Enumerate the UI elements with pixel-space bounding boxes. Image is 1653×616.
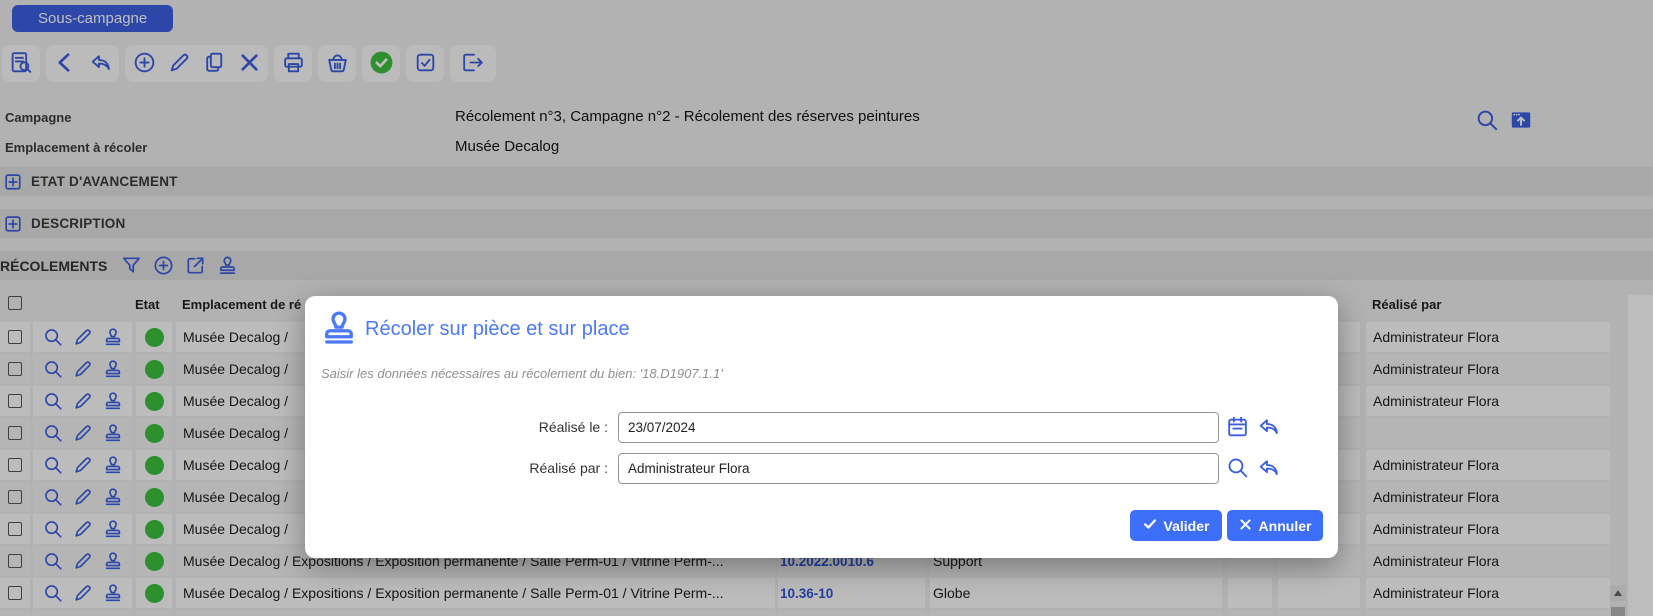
recoler-modal: Récoler sur pièce et sur place Saisir le…: [305, 296, 1338, 558]
modal-title: Récoler sur pièce et sur place: [365, 318, 630, 341]
realise-par-label: Réalisé par :: [313, 460, 608, 476]
undo-arrow-icon: [1256, 427, 1281, 442]
realise-par-input[interactable]: [618, 453, 1219, 484]
realise-le-input[interactable]: [618, 412, 1219, 443]
undo-arrow-icon: [1256, 468, 1281, 483]
cancel-label: Annuler: [1259, 518, 1312, 534]
search-icon: [1225, 468, 1250, 483]
cancel-button[interactable]: Annuler: [1227, 510, 1323, 541]
validate-label: Valider: [1164, 518, 1210, 534]
calendar-button[interactable]: [1225, 414, 1250, 439]
reset-date-button[interactable]: [1256, 414, 1281, 439]
stamp-icon: [318, 307, 360, 354]
realise-le-label: Réalisé le :: [313, 419, 608, 435]
search-person-button[interactable]: [1225, 455, 1250, 480]
reset-person-button[interactable]: [1256, 455, 1281, 480]
modal-subtitle: Saisir les données nécessaires au récole…: [321, 366, 723, 381]
check-icon: [1143, 517, 1157, 534]
validate-button[interactable]: Valider: [1130, 510, 1222, 541]
x-icon: [1239, 518, 1252, 534]
calendar-icon: [1225, 427, 1250, 442]
